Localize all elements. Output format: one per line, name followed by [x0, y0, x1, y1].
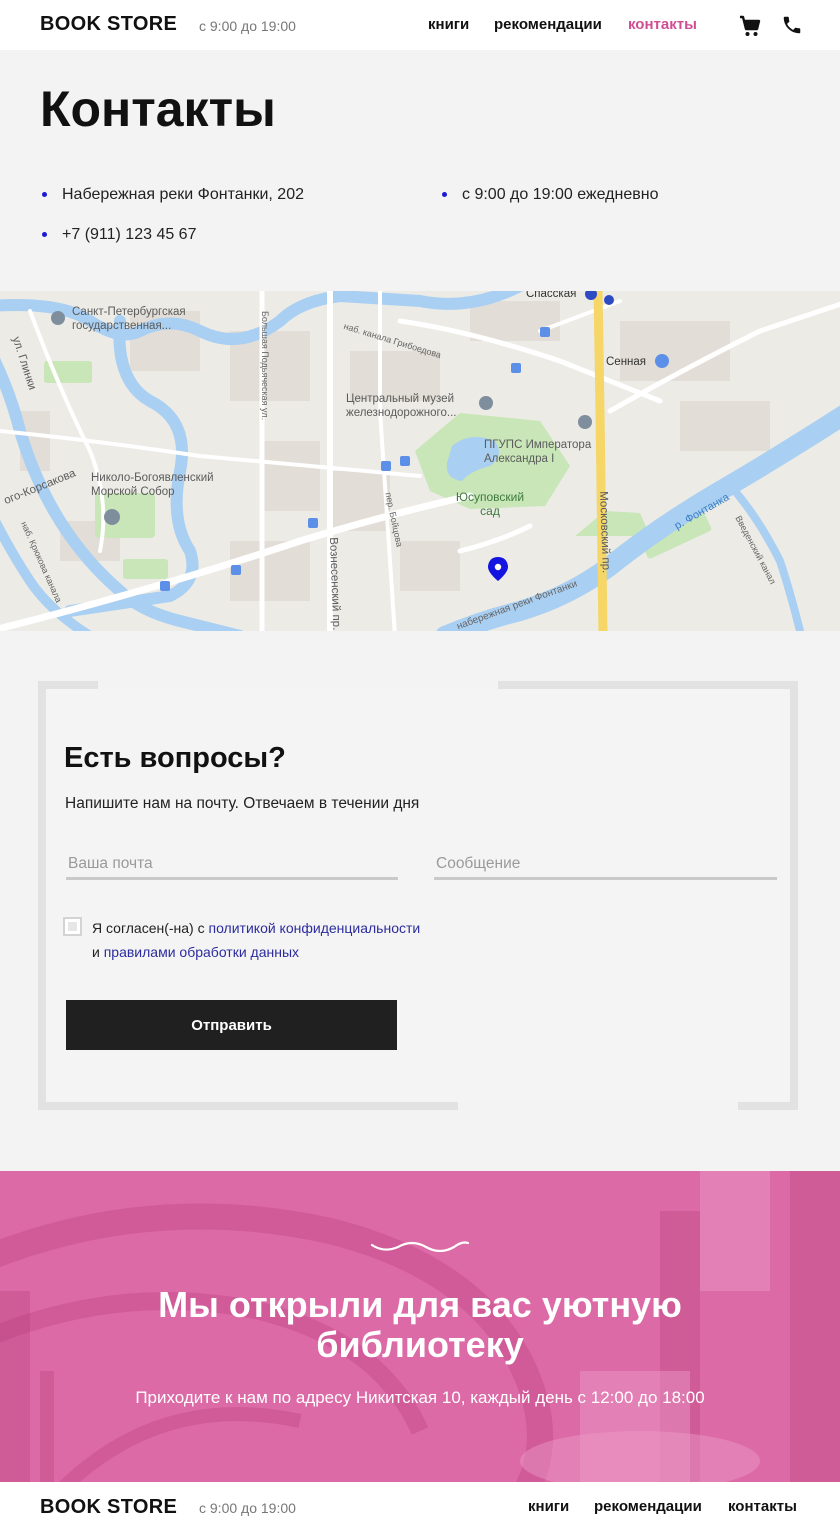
schedule-item: с 9:00 до 19:00 ежедневно	[442, 186, 659, 204]
phone-item: +7 (911) 123 45 67	[42, 226, 196, 244]
consent-prefix: Я согласен(-на) с	[92, 920, 209, 936]
map-label: Центральный музей железнодорожного...	[346, 393, 457, 419]
map-label: Санкт-Петербургская государственная...	[72, 306, 186, 332]
map-label: ПГУПС Императора Александра I	[484, 439, 592, 465]
logo[interactable]: BOOK STORE	[40, 13, 177, 36]
submit-button[interactable]: Отправить	[66, 1000, 397, 1050]
banner-subtitle: Приходите к нам по адресу Никитская 10, …	[135, 1388, 705, 1407]
map-label: Спасская	[526, 291, 577, 300]
map-label: Юсуповский сад	[455, 490, 525, 518]
phone-icon[interactable]	[781, 14, 805, 38]
map-label: Сенная	[606, 356, 647, 368]
working-hours: с 9:00 до 19:00	[199, 18, 296, 34]
map-label: Николо-Богоявленский Морской Собор	[91, 472, 214, 498]
address-text: Набережная реки Фонтанки, 202	[62, 186, 304, 203]
banner-title: Мы открыли для вас уютную библиотеку	[158, 1284, 682, 1365]
footer-working-hours: с 9:00 до 19:00	[199, 1500, 296, 1516]
location-map[interactable]: Спасская Санкт-Петербургская государстве…	[0, 291, 840, 631]
bullet-icon	[42, 192, 47, 197]
map-label: Большая Подьяческая ул.	[260, 311, 270, 421]
cart-icon[interactable]	[738, 14, 762, 38]
nav-contacts[interactable]: контакты	[628, 16, 697, 33]
site-header: BOOK STORE с 9:00 до 19:00 книги рекомен…	[0, 0, 840, 50]
schedule-text: с 9:00 до 19:00 ежедневно	[462, 186, 659, 203]
address-item: Набережная реки Фонтанки, 202	[42, 186, 304, 204]
page-title: Контакты	[40, 81, 276, 137]
footer-logo[interactable]: BOOK STORE	[40, 1496, 177, 1519]
footer-nav-contacts[interactable]: контакты	[728, 1498, 797, 1515]
nav-recommendations[interactable]: рекомендации	[494, 16, 602, 33]
form-title: Есть вопросы?	[64, 742, 286, 774]
nav-books[interactable]: книги	[428, 16, 469, 33]
bullet-icon	[442, 192, 447, 197]
form-subtitle: Напишите нам на почту. Отвечаем в течени…	[65, 795, 420, 812]
data-processing-link[interactable]: правилами обработки данных	[104, 944, 299, 960]
consent-checkbox[interactable]	[63, 917, 82, 936]
footer-nav-recommendations[interactable]: рекомендации	[594, 1498, 702, 1515]
footer-nav-books[interactable]: книги	[528, 1498, 569, 1515]
privacy-policy-link[interactable]: политикой конфиденциальности	[209, 920, 421, 936]
phone-text[interactable]: +7 (911) 123 45 67	[62, 226, 196, 243]
message-field[interactable]	[434, 850, 777, 880]
email-field[interactable]	[66, 850, 398, 880]
site-footer: BOOK STORE с 9:00 до 19:00 книги рекомен…	[0, 1482, 840, 1530]
consent-middle: и	[92, 944, 104, 960]
map-label: Московский пр.	[597, 491, 612, 574]
bullet-icon	[42, 232, 47, 237]
consent-text: Я согласен(-на) с политикой конфиденциал…	[92, 916, 420, 964]
